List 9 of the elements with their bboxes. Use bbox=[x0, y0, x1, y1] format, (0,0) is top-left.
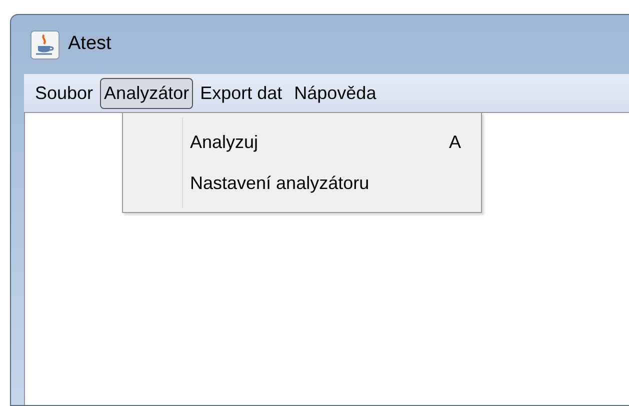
dropdown-item[interactable]: Analyzuj A bbox=[123, 128, 481, 156]
window-title: Atest bbox=[68, 32, 112, 56]
shortcut-key: A bbox=[448, 128, 461, 156]
menu-item[interactable]: Export dat bbox=[195, 76, 288, 110]
menu-item[interactable]: Analyzátor bbox=[100, 78, 194, 108]
menu-item[interactable]: Nápověda bbox=[289, 76, 382, 110]
dropdown-item[interactable]: Nastavení analyzátoru bbox=[123, 170, 481, 196]
java-cup-icon bbox=[30, 30, 60, 60]
menu-item[interactable]: Soubor bbox=[30, 76, 98, 110]
